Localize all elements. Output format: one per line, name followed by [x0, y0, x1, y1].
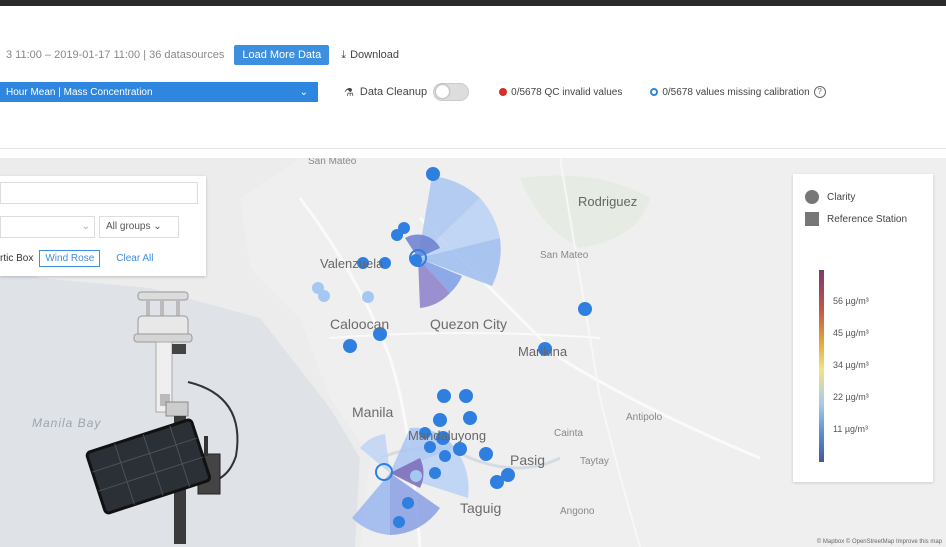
sensor-marker[interactable] [318, 290, 330, 302]
map-label-mandaluyong: Mandaluyong [408, 428, 487, 443]
map-label-taguig: Taguig [460, 500, 502, 516]
map-label-manila: Manila [352, 404, 394, 420]
sensor-marker[interactable] [463, 411, 477, 425]
map-label-taytay: Taytay [580, 456, 609, 467]
scale-tick: 11 µg/m³ [833, 424, 869, 434]
sensor-marker[interactable] [479, 447, 493, 461]
cleanup-label: Data Cleanup [359, 86, 428, 98]
sensor-marker[interactable] [439, 450, 451, 462]
app-frame: 3 11:00 – 2019-01-17 11:00 | 36 datasour… [0, 0, 946, 547]
chevron-down-icon: ⌄ [299, 86, 308, 98]
filter-select-row: ⌄ All groups ⌄ [0, 216, 198, 238]
missing-calibration-text: 0/5678 values missing calibration [662, 86, 810, 98]
map-label-rodriguez: Rodriguez [578, 194, 638, 209]
toolbar: 3 11:00 – 2019-01-17 11:00 | 36 datasour… [0, 40, 946, 70]
sensor-marker[interactable] [343, 339, 357, 353]
scale-tick: 22 µg/m³ [833, 392, 869, 402]
window-top-edge [0, 0, 946, 6]
download-icon: ⤓ [341, 48, 347, 61]
filter-panel: ⌄ All groups ⌄ rtic Box Wind Rose Clear … [0, 176, 206, 276]
legend-item-clarity: Clarity [805, 190, 855, 204]
sensor-marker[interactable] [490, 475, 504, 489]
map-label-valenzuela: Valenzuela [320, 256, 384, 271]
filter-buttons: rtic Box Wind Rose Clear All [0, 250, 154, 267]
legend-label: Clarity [827, 191, 856, 203]
sensor-marker[interactable] [393, 516, 405, 528]
concentration-color-scale [819, 270, 824, 462]
groups-select[interactable]: All groups ⌄ [99, 216, 179, 238]
wind-rose-button[interactable]: Wind Rose [39, 250, 101, 267]
sensor-marker[interactable] [398, 222, 410, 234]
sensor-marker[interactable] [402, 497, 414, 509]
map-label-angono: Angono [560, 506, 595, 517]
map-attribution[interactable]: © Mapbox © OpenStreetMap Improve this ma… [817, 539, 942, 545]
controls-row: Hour Mean | Mass Concentration ⌄ ⚗ Data … [0, 80, 946, 104]
sensor-marker[interactable] [459, 389, 473, 403]
sensor-marker[interactable] [426, 167, 440, 181]
scale-tick: 34 µg/m³ [833, 360, 869, 370]
map-label-caloocan: Caloocan [330, 316, 390, 332]
map-label-cainta: Cainta [554, 428, 583, 439]
map-label: San Mateo [308, 158, 357, 167]
sensor-marker[interactable] [437, 389, 451, 403]
sensor-search-input[interactable] [0, 182, 198, 204]
clarity-marker-icon [805, 190, 819, 204]
map-label-antipolo: Antipolo [626, 412, 663, 423]
weather-station-device-icon [85, 291, 239, 544]
sensor-marker[interactable] [578, 302, 592, 316]
map-label-quezon-city: Quezon City [430, 316, 508, 332]
qc-invalid-text: 0/5678 QC invalid values [511, 86, 623, 98]
reference-station-marker-icon [805, 212, 819, 226]
scale-tick: 45 µg/m³ [833, 328, 869, 338]
sensor-select[interactable]: ⌄ [0, 216, 95, 238]
scale-tick: 56 µg/m³ [833, 296, 869, 306]
calibration-ring-icon [650, 88, 659, 96]
load-more-data-button[interactable]: Load More Data [234, 45, 330, 65]
legend-item-reference-station: Reference Station [805, 212, 907, 226]
data-cleanup-toggle[interactable] [433, 83, 470, 101]
qc-invalid-indicator: 0/5678 QC invalid values [499, 87, 622, 98]
map-label-marikina: Marikina [518, 344, 568, 359]
section-divider [0, 148, 946, 149]
map-legend: Clarity Reference Station 56 µg/m³ 45 µg… [793, 174, 933, 482]
clear-all-button[interactable]: Clear All [116, 253, 153, 264]
help-icon[interactable]: ? [813, 86, 826, 98]
legend-label: Reference Station [827, 213, 908, 225]
sensor-marker[interactable] [362, 291, 374, 303]
download-button[interactable]: ⤓ Download [341, 49, 399, 62]
download-label: Download [350, 49, 400, 61]
cleanup-icon: ⚗ [344, 86, 354, 99]
metric-select[interactable]: Hour Mean | Mass Concentration ⌄ [0, 82, 318, 102]
map-label-san-mateo: San Mateo [540, 250, 589, 261]
sensor-marker[interactable] [453, 442, 467, 456]
sensor-marker[interactable] [429, 467, 441, 479]
groups-select-value: All groups [106, 221, 151, 232]
date-range-text: 3 11:00 – 2019-01-17 11:00 | 36 datasour… [6, 49, 225, 61]
metric-select-value: Hour Mean | Mass Concentration [6, 86, 153, 98]
plot-box-button[interactable]: rtic Box [0, 253, 33, 264]
qc-invalid-marker-icon [499, 88, 508, 96]
missing-calibration-indicator: 0/5678 values missing calibration ? [650, 86, 826, 98]
map-label-pasig: Pasig [510, 452, 546, 468]
sensor-marker[interactable] [410, 470, 422, 482]
sensor-marker[interactable] [433, 413, 447, 427]
data-cleanup-control: ⚗ Data Cleanup [344, 83, 470, 101]
